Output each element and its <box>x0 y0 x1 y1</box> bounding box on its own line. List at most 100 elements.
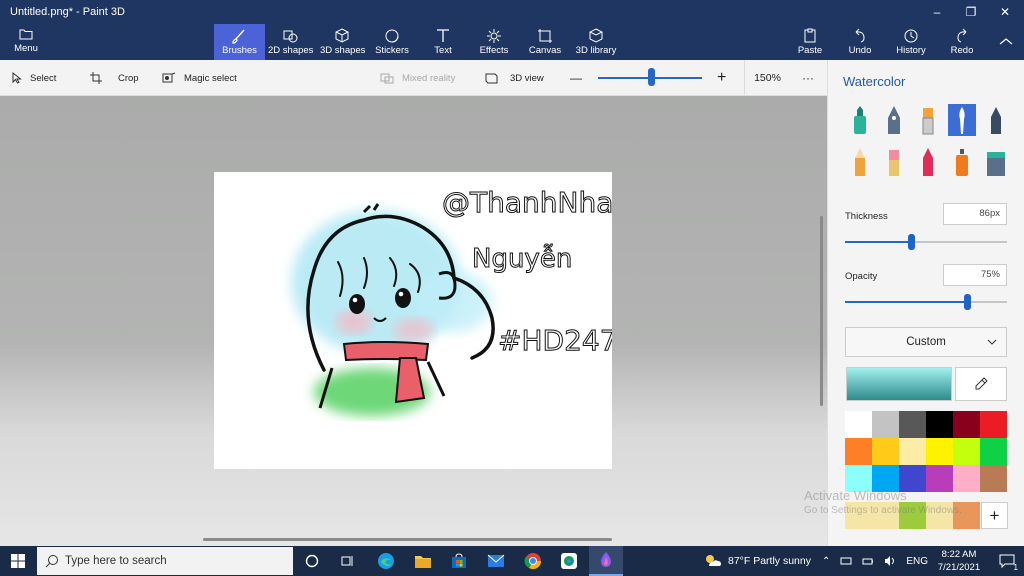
current-color-preview[interactable] <box>846 367 952 401</box>
thickness-slider-thumb[interactable] <box>908 234 916 250</box>
color-palette <box>845 411 1008 492</box>
spray-can-brush[interactable] <box>948 146 976 178</box>
tab-effects[interactable]: Effects <box>478 24 510 60</box>
horizontal-scrollbar[interactable] <box>203 538 612 541</box>
weather-text: 87°F Partly sunny <box>728 555 811 567</box>
drawing-canvas[interactable]: @ThanhNhan Nguyễn #HD247 <box>214 172 632 469</box>
opacity-input[interactable]: 75% <box>943 264 1007 286</box>
menu-button[interactable]: Menu <box>0 24 52 60</box>
search-placeholder: Type here to search <box>65 555 167 567</box>
edge-app-button[interactable] <box>369 546 403 576</box>
calligraphy-pen-brush[interactable] <box>880 104 908 136</box>
mail-app-button[interactable] <box>479 546 513 576</box>
eyedropper-button[interactable] <box>955 367 1007 401</box>
color-swatch[interactable] <box>872 411 899 438</box>
zoom-out-button[interactable]: — <box>570 60 582 96</box>
magic-select-button[interactable]: Magic select <box>162 60 237 96</box>
tab-label: 3D library <box>575 45 617 56</box>
thickness-slider-fill <box>845 241 912 243</box>
history-label: History <box>896 45 926 56</box>
store-app-button[interactable] <box>442 546 476 576</box>
oil-brush[interactable] <box>914 104 942 136</box>
notifications-button[interactable]: 1 <box>990 546 1024 576</box>
activate-windows-watermark: Activate Windows Go to Settings to activ… <box>804 488 962 516</box>
maximize-button[interactable]: ❐ <box>954 2 988 22</box>
color-swatch[interactable] <box>953 411 980 438</box>
color-swatch[interactable] <box>926 438 953 465</box>
color-swatch[interactable] <box>845 438 872 465</box>
history-button[interactable]: History <box>894 24 928 60</box>
eraser-brush[interactable] <box>880 146 908 178</box>
battery-icon[interactable] <box>862 555 874 567</box>
color-mode-value: Custom <box>906 336 946 348</box>
color-swatch[interactable] <box>899 411 926 438</box>
collapse-ribbon-button[interactable] <box>994 24 1018 60</box>
cortana-button[interactable] <box>295 546 329 576</box>
add-color-button[interactable]: + <box>981 502 1008 529</box>
chevron-up-icon[interactable]: ⌃ <box>822 556 830 567</box>
color-swatch[interactable] <box>980 411 1007 438</box>
mixed-reality-button[interactable]: Mixed reality <box>380 60 455 96</box>
windows-logo-icon <box>11 554 25 568</box>
color-swatch[interactable] <box>953 438 980 465</box>
tab-canvas[interactable]: Canvas <box>528 24 562 60</box>
tab-2d-shapes[interactable]: 2D shapes <box>268 24 314 60</box>
crop-icon <box>90 72 102 84</box>
color-swatch[interactable] <box>872 438 899 465</box>
taskbar-search-input[interactable]: Type here to search <box>37 547 293 575</box>
paint-3d-app-button[interactable] <box>589 546 623 576</box>
undo-button[interactable]: Undo <box>846 24 874 60</box>
minimize-button[interactable]: – <box>920 2 954 22</box>
fill-brush[interactable] <box>982 146 1010 178</box>
chrome-profile-app-button[interactable] <box>552 546 586 576</box>
tab-stickers[interactable]: Stickers <box>374 24 410 60</box>
crayon-brush[interactable] <box>914 146 942 178</box>
date: 7/21/2021 <box>937 562 981 573</box>
3d-view-button[interactable]: 3D view <box>484 60 544 96</box>
task-view-icon <box>341 556 353 566</box>
opacity-slider-thumb[interactable] <box>963 294 971 310</box>
tab-label: 2D shapes <box>268 45 314 56</box>
close-button[interactable]: ✕ <box>988 2 1022 22</box>
tab-3d-library[interactable]: 3D library <box>574 24 618 60</box>
volume-icon[interactable] <box>884 555 896 567</box>
zoom-slider-thumb[interactable] <box>648 68 655 86</box>
paste-button[interactable]: Paste <box>796 24 824 60</box>
file-explorer-button[interactable] <box>406 546 440 576</box>
start-button[interactable] <box>0 546 36 576</box>
zoom-value[interactable]: 150% <box>744 60 790 96</box>
weather-widget[interactable]: 87°F Partly sunny <box>704 546 811 576</box>
color-swatch[interactable] <box>926 411 953 438</box>
tab-text[interactable]: Text <box>428 24 458 60</box>
color-swatch[interactable] <box>980 465 1007 492</box>
cursor-icon <box>12 72 22 84</box>
vertical-scrollbar[interactable] <box>820 216 823 406</box>
color-swatch[interactable] <box>845 411 872 438</box>
more-options-button[interactable]: ··· <box>802 60 814 96</box>
tab-brushes[interactable]: Brushes <box>214 24 265 60</box>
zoom-in-button[interactable]: + <box>717 60 726 96</box>
oil-brush-icon <box>922 108 934 135</box>
color-swatch[interactable] <box>980 438 1007 465</box>
tab-label: Canvas <box>528 45 562 56</box>
workspace: @ThanhNhan Nguyễn #HD247 <box>0 96 827 546</box>
redo-button[interactable]: Redo <box>948 24 976 60</box>
pixel-pen-brush[interactable] <box>982 104 1010 136</box>
network-icon[interactable] <box>840 555 852 567</box>
clock[interactable]: 8:22 AM 7/21/2021 <box>928 548 990 574</box>
watercolor-brush[interactable] <box>948 104 976 136</box>
opacity-label: Opacity <box>845 271 878 282</box>
edge-icon <box>378 553 394 569</box>
pencil-brush[interactable] <box>846 146 874 178</box>
marker-brush[interactable] <box>846 104 874 136</box>
chrome-app-button[interactable] <box>516 546 550 576</box>
color-mode-dropdown[interactable]: Custom <box>845 327 1007 357</box>
thickness-input[interactable]: 86px <box>943 203 1007 225</box>
undo-icon <box>855 28 865 43</box>
task-view-button[interactable] <box>330 546 364 576</box>
select-button[interactable]: Select <box>12 60 56 96</box>
color-swatch[interactable] <box>899 438 926 465</box>
crop-button[interactable]: Crop <box>90 60 139 96</box>
language-indicator[interactable]: ENG <box>906 556 928 567</box>
tab-3d-shapes[interactable]: 3D shapes <box>320 24 365 60</box>
